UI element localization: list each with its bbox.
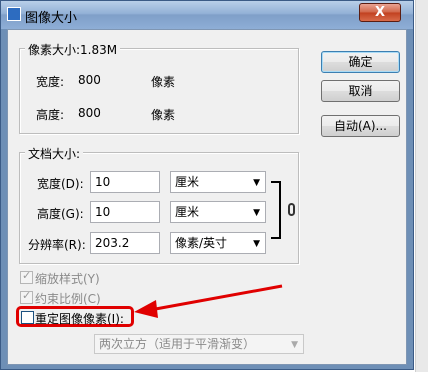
arrow-shaft [149,284,283,312]
annotation-arrow [134,284,283,318]
arrow-head [134,300,158,318]
